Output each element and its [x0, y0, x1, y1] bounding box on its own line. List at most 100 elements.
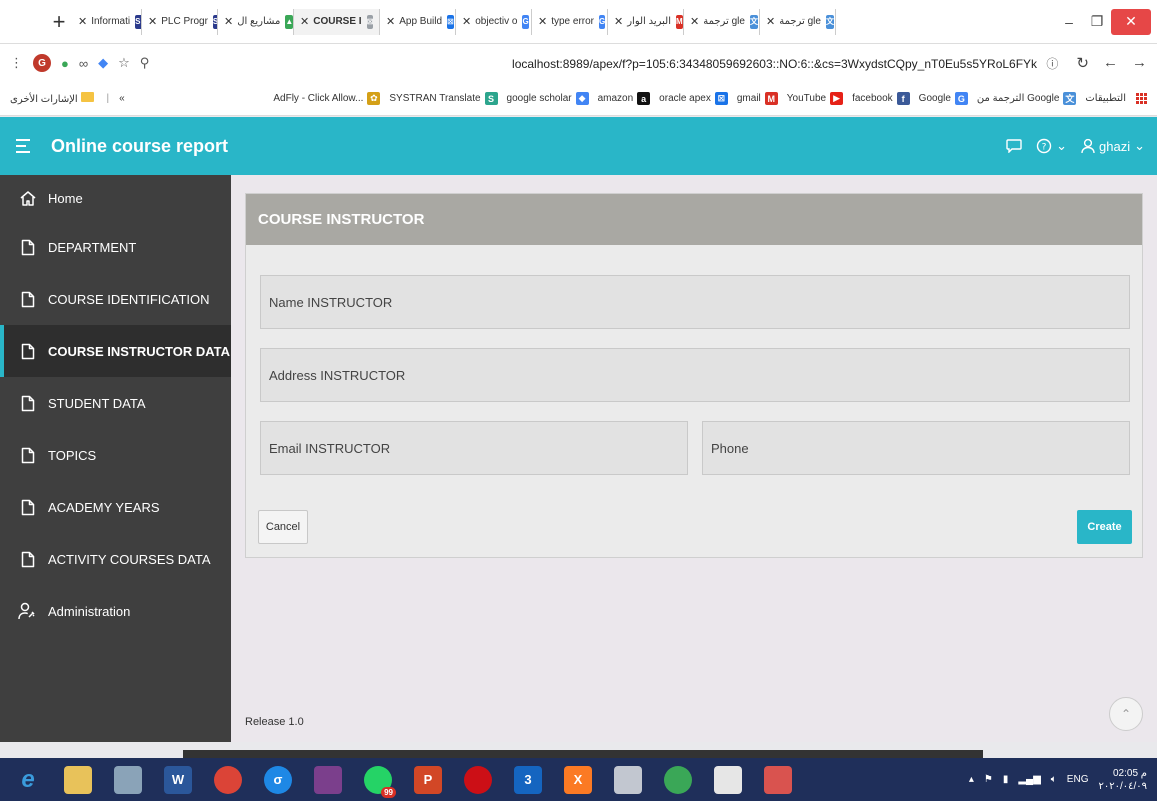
- bookmark-favicon-icon: a: [637, 92, 651, 105]
- browser-tab[interactable]: ✕ type error G: [532, 8, 608, 35]
- browser-tab[interactable]: ✕ App Build ⊠: [380, 8, 456, 35]
- tab-favicon-icon: ⊠: [366, 14, 374, 29]
- tool-app-icon[interactable]: [756, 762, 800, 798]
- info-icon[interactable]: ⓘ: [1046, 57, 1058, 71]
- flag-icon[interactable]: ⚑: [984, 774, 993, 785]
- profile-avatar[interactable]: G: [33, 54, 51, 72]
- bookmark-other-label[interactable]: الإشارات الأخرى: [10, 92, 97, 105]
- sidebar-item[interactable]: Home: [0, 175, 231, 221]
- restore-button[interactable]: ❐: [1083, 9, 1111, 35]
- reload-icon[interactable]: ↻: [1076, 54, 1089, 72]
- scroll-to-top-button[interactable]: ⌃: [1109, 697, 1143, 731]
- browser-tab[interactable]: ✕PLC ProgrSF: [142, 8, 218, 35]
- tab-list: ✕InformatiSF✕PLC ProgrSF✕مشاريع ال▲✕COUR…: [72, 8, 836, 35]
- cancel-button[interactable]: Cancel: [258, 510, 308, 544]
- extension-bookmark-icon[interactable]: ◆: [98, 55, 108, 71]
- app-three-icon[interactable]: 3: [506, 762, 550, 798]
- ie-icon[interactable]: e: [6, 762, 50, 798]
- bookmark-favicon-icon: ◆: [575, 92, 589, 105]
- bookmark-item[interactable]: YouTube ▶: [787, 92, 844, 105]
- create-button[interactable]: Create: [1077, 510, 1132, 544]
- close-tab-icon[interactable]: ✕: [462, 15, 471, 28]
- word-icon[interactable]: W: [156, 762, 200, 798]
- sidebar-item[interactable]: Administration: [0, 585, 231, 637]
- chevron-left-icon[interactable]: «: [119, 93, 125, 104]
- clock[interactable]: 02:05 م ٢٠٢٠/٠٤/٠٩: [1098, 767, 1147, 793]
- minimize-button[interactable]: –: [1055, 9, 1083, 35]
- battery-icon[interactable]: ▮: [1003, 774, 1009, 785]
- file-explorer-icon[interactable]: [56, 762, 100, 798]
- sidebar-item[interactable]: TOPICS: [0, 429, 231, 481]
- help-menu-button[interactable]: ? ⌄: [1036, 138, 1067, 154]
- browser-menu-icon[interactable]: ⋮: [10, 55, 23, 71]
- close-tab-icon[interactable]: ✕: [690, 15, 699, 28]
- opera-icon[interactable]: [456, 762, 500, 798]
- svg-text:?: ?: [1042, 143, 1047, 153]
- bookmark-item[interactable]: google scholar ◆: [507, 92, 589, 105]
- photos-icon[interactable]: [106, 762, 150, 798]
- sidebar-item-label: TOPICS: [48, 447, 97, 463]
- network-globe-icon[interactable]: [656, 762, 700, 798]
- app-title[interactable]: Online course report: [51, 136, 228, 157]
- bookmark-item[interactable]: gmail M: [737, 92, 778, 105]
- close-tab-icon[interactable]: ✕: [386, 15, 395, 28]
- winrar-icon[interactable]: [306, 762, 350, 798]
- close-tab-icon[interactable]: ✕: [614, 15, 623, 28]
- browser-tab[interactable]: ✕ objectiv o G: [456, 8, 532, 35]
- powerpoint-icon[interactable]: P: [406, 762, 450, 798]
- email-instructor-field[interactable]: Email INSTRUCTOR: [260, 421, 688, 475]
- phone-field[interactable]: Phone: [702, 421, 1130, 475]
- close-tab-icon[interactable]: ✕: [224, 15, 233, 28]
- close-tab-icon[interactable]: ✕: [300, 15, 309, 28]
- close-tab-icon[interactable]: ✕: [766, 15, 775, 28]
- close-tab-icon[interactable]: ✕: [538, 15, 547, 28]
- signal-icon[interactable]: ▂▄▆: [1018, 774, 1040, 785]
- bookmark-item[interactable]: facebook f: [852, 92, 910, 105]
- sidebar-item[interactable]: ACTIVITY COURSES DATA: [0, 533, 231, 585]
- bookmark-item[interactable]: amazon a: [598, 92, 651, 105]
- sidebar-item[interactable]: STUDENT DATA: [0, 377, 231, 429]
- tray-expand-icon[interactable]: ▴: [969, 774, 974, 785]
- whatsapp-icon[interactable]: 99: [356, 762, 400, 798]
- search-icon[interactable]: ⚲: [140, 55, 150, 71]
- extension-icon[interactable]: ●: [61, 56, 69, 71]
- bookmark-item[interactable]: SYSTRAN Translate S: [389, 92, 498, 105]
- back-icon[interactable]: ←: [1103, 54, 1118, 72]
- bookmark-item[interactable]: AdFly - Click Allow... ✿: [273, 92, 381, 105]
- xampp-icon[interactable]: X: [556, 762, 600, 798]
- menu-toggle-button[interactable]: [11, 133, 37, 159]
- apps-grid-icon: [1136, 93, 1147, 104]
- app-swirl-icon[interactable]: σ: [256, 762, 300, 798]
- bookmark-item[interactable]: التطبيقات: [1085, 93, 1147, 104]
- name-instructor-field[interactable]: Name INSTRUCTOR: [260, 275, 1130, 329]
- bookmark-item[interactable]: oracle apex ⊠: [659, 92, 728, 105]
- close-tab-icon[interactable]: ✕: [78, 15, 87, 28]
- chart-app-icon[interactable]: [706, 762, 750, 798]
- new-tab-button[interactable]: +: [46, 9, 72, 35]
- sidebar-item[interactable]: COURSE IDENTIFICATION: [0, 273, 231, 325]
- browser-tab[interactable]: ✕ مشاريع ال ▲: [218, 8, 294, 35]
- sidebar-item[interactable]: DEPARTMENT: [0, 221, 231, 273]
- bookmark-item[interactable]: Google G: [919, 92, 968, 105]
- browser-tab[interactable]: ✕ Informati SF: [72, 8, 142, 35]
- browser-tab[interactable]: ✕ COURSE I ⊠: [294, 8, 380, 35]
- star-icon[interactable]: ☆: [118, 55, 130, 71]
- snipping-icon[interactable]: [606, 762, 650, 798]
- url-field[interactable]: localhost:8989/apex/f?p=105:6:3434805969…: [512, 55, 1058, 72]
- close-window-button[interactable]: ✕: [1111, 8, 1151, 35]
- chrome-icon[interactable]: [206, 762, 250, 798]
- sidebar-item[interactable]: COURSE INSTRUCTOR DATA: [0, 325, 231, 377]
- extension-link-icon[interactable]: ∞: [79, 56, 88, 71]
- bookmark-item[interactable]: الترجمة من Google 文: [977, 92, 1077, 105]
- close-tab-icon[interactable]: ✕: [148, 15, 157, 28]
- sidebar-item[interactable]: ACADEMY YEARS: [0, 481, 231, 533]
- browser-tab[interactable]: ✕ ترجمة gle 文: [684, 8, 760, 35]
- browser-tab[interactable]: ✕ ترجمة gle 文: [760, 8, 836, 35]
- browser-tab[interactable]: ✕ البريد الوار M: [608, 8, 684, 35]
- chat-icon[interactable]: [1006, 139, 1022, 153]
- forward-icon[interactable]: →: [1132, 54, 1147, 72]
- language-indicator[interactable]: ENG: [1067, 774, 1089, 785]
- user-menu-button[interactable]: ghazi ⌄: [1081, 138, 1145, 154]
- address-instructor-field[interactable]: Address INSTRUCTOR: [260, 348, 1130, 402]
- volume-icon[interactable]: 🔈︎: [1051, 774, 1057, 785]
